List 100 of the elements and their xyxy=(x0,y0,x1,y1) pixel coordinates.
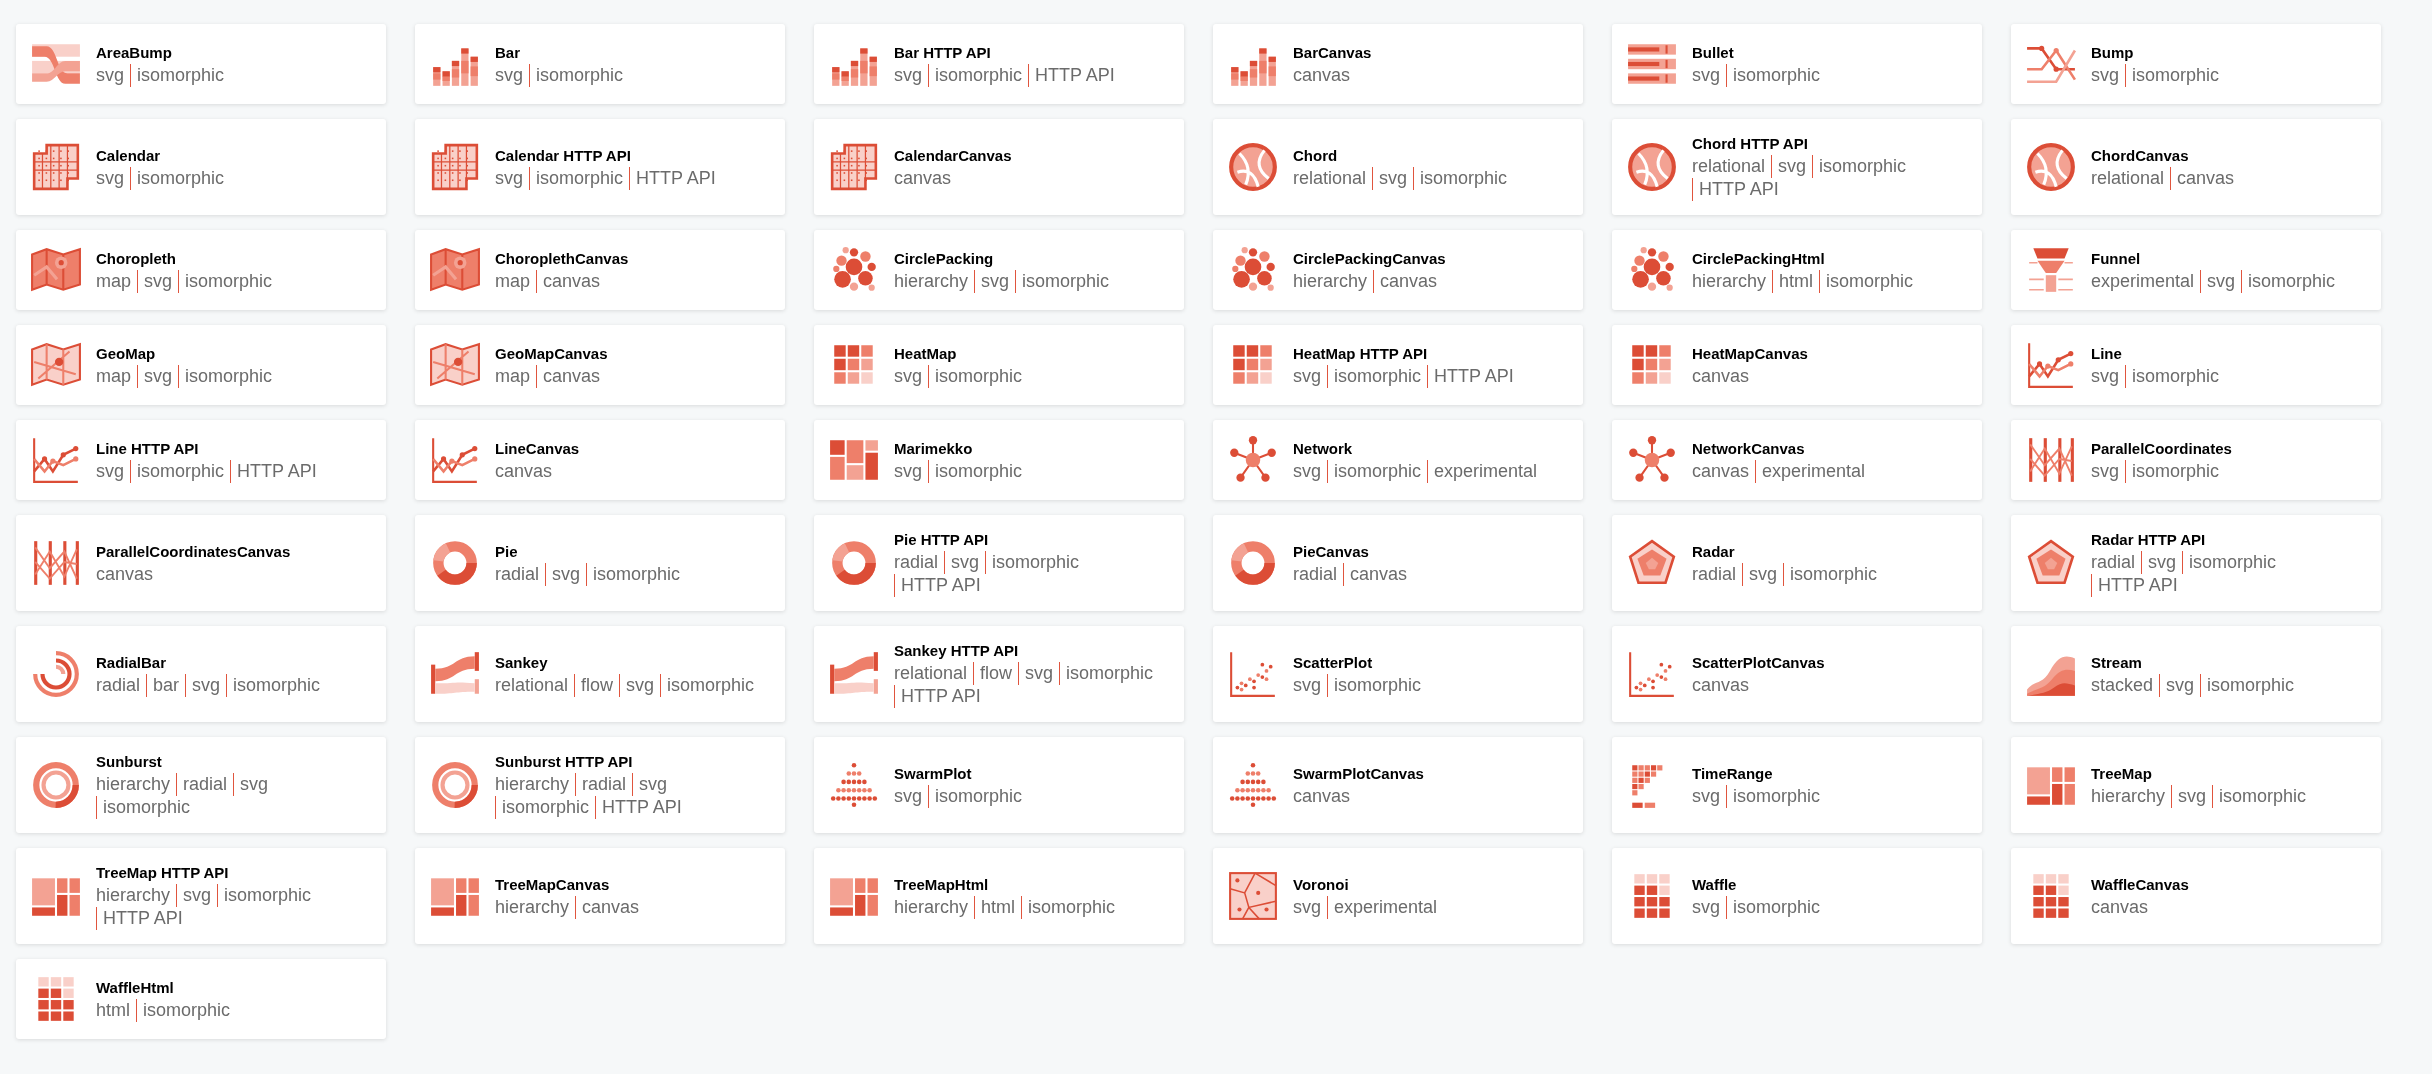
chart-card[interactable]: Choropleth map svg isomorphic xyxy=(16,230,386,310)
chart-card[interactable]: Sunburst hierarchy radial svg isomorphic xyxy=(16,737,386,833)
chart-card[interactable]: Pie HTTP API radial svg isomorphic HTTP API xyxy=(814,515,1184,611)
chart-title: Chord xyxy=(1293,145,1339,166)
chart-card[interactable]: Radar radial svg isomorphic xyxy=(1612,515,1982,611)
tag-label: isomorphic xyxy=(1327,364,1428,388)
chart-title: TreeMap HTTP API xyxy=(96,863,230,883)
chart-card[interactable]: Marimekko svg isomorphic xyxy=(814,420,1184,500)
chart-card[interactable]: TimeRange svg isomorphic xyxy=(1612,737,1982,833)
chart-card[interactable]: Waffle svg isomorphic xyxy=(1612,848,1982,944)
chart-card[interactable]: LineCanvas canvas xyxy=(415,420,785,500)
tag-label: experimental xyxy=(1327,895,1444,919)
chart-card[interactable]: TreeMap hierarchy svg isomorphic xyxy=(2011,737,2381,833)
chart-card[interactable]: Chord HTTP API relational svg isomorphic HTTP API xyxy=(1612,119,1982,215)
chart-card[interactable]: AreaBump svg isomorphic xyxy=(16,24,386,104)
tag-label: isomorphic xyxy=(2182,551,2283,574)
tag-label: map xyxy=(96,364,132,388)
chart-card[interactable]: TreeMapCanvas hierarchy canvas xyxy=(415,848,785,944)
chart-card[interactable]: Sunburst HTTP API hierarchy radial svg isomorphic HTTP API xyxy=(415,737,785,833)
chart-card[interactable]: GeoMap map svg isomorphic xyxy=(16,325,386,405)
chart-card[interactable]: Bar svg isomorphic xyxy=(415,24,785,104)
chart-title: Calendar HTTP API xyxy=(495,145,632,166)
chart-card[interactable]: ChoroplethCanvas map canvas xyxy=(415,230,785,310)
tag-label: HTTP API xyxy=(894,685,987,708)
chart-title: WaffleCanvas xyxy=(2091,874,2189,895)
tag-label: svg xyxy=(2091,459,2120,483)
chart-card[interactable]: Funnel experimental svg isomorphic xyxy=(2011,230,2381,310)
chart-card[interactable]: ChordCanvas relational canvas xyxy=(2011,119,2381,215)
chart-card[interactable]: Calendar svg isomorphic xyxy=(16,119,386,215)
chart-card[interactable]: Bullet svg isomorphic xyxy=(1612,24,1982,104)
chart-card[interactable]: WaffleHtml html isomorphic xyxy=(16,959,386,1039)
chart-title: Network xyxy=(1293,438,1354,459)
chart-card[interactable]: HeatMap svg isomorphic xyxy=(814,325,1184,405)
tag-label: hierarchy xyxy=(894,269,970,293)
tag-label: canvas xyxy=(575,895,646,919)
tag-label: hierarchy xyxy=(1293,269,1369,293)
tag-label: experimental xyxy=(1427,459,1544,483)
chart-card[interactable]: WaffleCanvas canvas xyxy=(2011,848,2381,944)
chart-card[interactable]: Bar HTTP API svg isomorphic HTTP API xyxy=(814,24,1184,104)
tag-label: radial xyxy=(1692,562,1738,586)
chart-card[interactable]: Radar HTTP API radial svg isomorphic HTTP API xyxy=(2011,515,2381,611)
tag-label: isomorphic xyxy=(1726,63,1827,87)
chart-title: Marimekko xyxy=(894,438,974,459)
tag-label: svg xyxy=(1692,784,1721,808)
chart-card[interactable]: CirclePackingHtml hierarchy html isomorphic xyxy=(1612,230,1982,310)
tag-label: svg xyxy=(2141,551,2183,574)
chart-card[interactable]: CalendarCanvas canvas xyxy=(814,119,1184,215)
chart-card[interactable]: RadialBar radial bar svg isomorphic xyxy=(16,626,386,722)
tag-label: HTTP API xyxy=(96,907,189,930)
chart-card[interactable]: GeoMapCanvas map canvas xyxy=(415,325,785,405)
chart-card[interactable]: NetworkCanvas canvas experimental xyxy=(1612,420,1982,500)
tag-label: svg xyxy=(1771,155,1813,178)
chart-card[interactable]: Line HTTP API svg isomorphic HTTP API xyxy=(16,420,386,500)
tag-label: svg xyxy=(96,63,125,87)
chart-card[interactable]: Chord relational svg isomorphic xyxy=(1213,119,1583,215)
chart-card[interactable]: SwarmPlotCanvas canvas xyxy=(1213,737,1583,833)
chart-card[interactable]: ScatterPlot svg isomorphic xyxy=(1213,626,1583,722)
tag-label: canvas xyxy=(495,459,554,483)
tag-label: HTTP API xyxy=(1692,178,1785,201)
chart-card[interactable]: SwarmPlot svg isomorphic xyxy=(814,737,1184,833)
chart-title: TreeMapHtml xyxy=(894,874,990,895)
chart-card[interactable]: Voronoi svg experimental xyxy=(1213,848,1583,944)
tag-label: canvas xyxy=(1692,673,1751,697)
tag-label: canvas xyxy=(894,166,953,190)
chart-title: ChordCanvas xyxy=(2091,145,2190,166)
chart-title: ChoroplethCanvas xyxy=(495,248,629,269)
chart-title: Sankey HTTP API xyxy=(894,641,1020,661)
tag-label: svg xyxy=(2091,364,2120,388)
chart-card[interactable]: CirclePackingCanvas hierarchy canvas xyxy=(1213,230,1583,310)
chart-card[interactable]: Sankey HTTP API relational flow svg isomorphic HTTP API xyxy=(814,626,1184,722)
chart-card[interactable]: Calendar HTTP API svg isomorphic HTTP API xyxy=(415,119,785,215)
chart-card[interactable]: TreeMapHtml hierarchy html isomorphic xyxy=(814,848,1184,944)
chart-card[interactable]: Network svg isomorphic experimental xyxy=(1213,420,1583,500)
chart-card[interactable]: BarCanvas canvas xyxy=(1213,24,1583,104)
chart-card[interactable]: Pie radial svg isomorphic xyxy=(415,515,785,611)
tag-label: canvas xyxy=(2170,166,2241,190)
tag-label: radial xyxy=(176,773,234,796)
chart-title: WaffleHtml xyxy=(96,977,175,998)
chart-card[interactable]: Bump svg isomorphic xyxy=(2011,24,2381,104)
chart-card[interactable]: ScatterPlotCanvas canvas xyxy=(1612,626,1982,722)
tag-label: isomorphic xyxy=(1413,166,1514,190)
chart-card[interactable]: ParallelCoordinates svg isomorphic xyxy=(2011,420,2381,500)
chart-card[interactable]: Stream stacked svg isomorphic xyxy=(2011,626,2381,722)
tag-label: hierarchy xyxy=(96,884,172,907)
chart-card[interactable]: TreeMap HTTP API hierarchy svg isomorphic HTTP API xyxy=(16,848,386,944)
tag-label: svg xyxy=(1692,895,1721,919)
tag-label: radial xyxy=(575,773,633,796)
chart-card[interactable]: HeatMapCanvas canvas xyxy=(1612,325,1982,405)
chart-card[interactable]: ParallelCoordinatesCanvas canvas xyxy=(16,515,386,611)
chart-card[interactable]: CirclePacking hierarchy svg isomorphic xyxy=(814,230,1184,310)
tag-label: hierarchy xyxy=(495,773,571,796)
chart-card[interactable]: Line svg isomorphic xyxy=(2011,325,2381,405)
chart-card[interactable]: PieCanvas radial canvas xyxy=(1213,515,1583,611)
tag-label: isomorphic xyxy=(928,63,1029,87)
chart-card[interactable]: Sankey relational flow svg isomorphic xyxy=(415,626,785,722)
tag-label: svg xyxy=(974,269,1016,293)
calendar-grid-icon xyxy=(828,141,880,193)
chart-title: Stream xyxy=(2091,652,2143,673)
tag-label: svg xyxy=(632,773,674,796)
chart-card[interactable]: HeatMap HTTP API svg isomorphic HTTP API xyxy=(1213,325,1583,405)
